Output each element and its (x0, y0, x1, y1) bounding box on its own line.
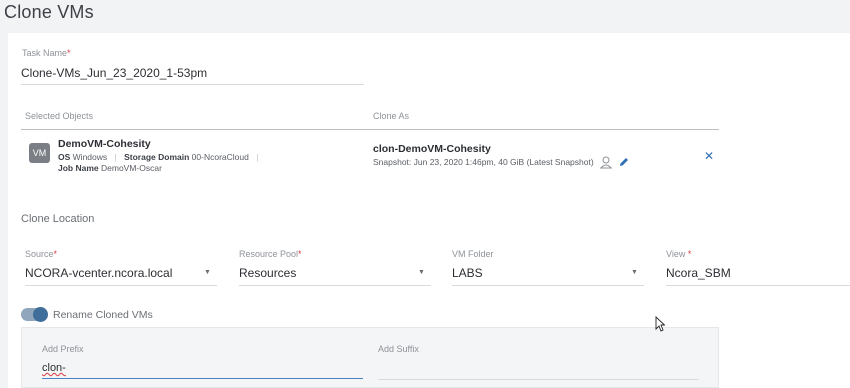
vm-job-name: Job Name DemoVM-Oscar (58, 163, 162, 173)
vm-icon: VM (29, 143, 50, 163)
view-label: View * (666, 249, 692, 259)
source-label: Source* (25, 249, 58, 259)
rename-toggle-label: Rename Cloned VMs (53, 309, 153, 321)
resource-pool-underline (239, 285, 431, 286)
pencil-edit-icon[interactable] (618, 155, 630, 173)
selected-objects-header: Selected Objects (25, 111, 94, 121)
add-suffix-label: Add Suffix (378, 344, 419, 354)
task-name-label: Task Name* (22, 48, 71, 58)
snapshot-info: Snapshot: Jun 23, 2020 1:46pm, 40 GiB (L… (373, 157, 594, 167)
chevron-down-icon[interactable]: ▼ (631, 269, 638, 276)
rename-toggle[interactable] (21, 307, 48, 322)
resource-pool-label: Resource Pool* (239, 249, 302, 259)
source-underline (25, 285, 217, 286)
task-name-input[interactable]: Clone-VMs_Jun_23_2020_1-53pm (21, 66, 207, 80)
vm-folder-label: VM Folder (452, 249, 494, 259)
vm-os-storage: OS Windows | Storage Domain 00-NcoraClou… (58, 152, 259, 162)
source-select[interactable]: NCORA-vcenter.ncora.local (25, 266, 172, 280)
add-prefix-underline (42, 378, 363, 379)
add-prefix-label: Add Prefix (42, 344, 84, 354)
table-header-divider (21, 129, 719, 130)
chevron-down-icon[interactable]: ▼ (418, 269, 425, 276)
add-prefix-input[interactable]: clon- (42, 362, 66, 374)
resource-pool-select[interactable]: Resources (239, 266, 296, 280)
clone-vm-name: clon-DemoVM-Cohesity (373, 143, 491, 155)
mouse-cursor-icon (655, 315, 666, 337)
user-recovery-icon[interactable] (599, 155, 613, 174)
chevron-down-icon[interactable]: ▼ (204, 269, 211, 276)
clone-as-header: Clone As (373, 111, 410, 121)
toggle-knob (33, 307, 48, 322)
page-title: Clone VMs (4, 2, 94, 22)
view-underline (666, 285, 850, 286)
task-name-underline (21, 84, 364, 85)
close-icon[interactable]: ✕ (704, 149, 714, 163)
vm-folder-select[interactable]: LABS (452, 266, 483, 280)
vm-folder-underline (452, 285, 644, 286)
vm-name: DemoVM-Cohesity (58, 138, 151, 150)
add-suffix-underline (378, 379, 699, 380)
clone-location-heading: Clone Location (21, 213, 95, 225)
view-select[interactable]: Ncora_SBM (666, 266, 731, 280)
